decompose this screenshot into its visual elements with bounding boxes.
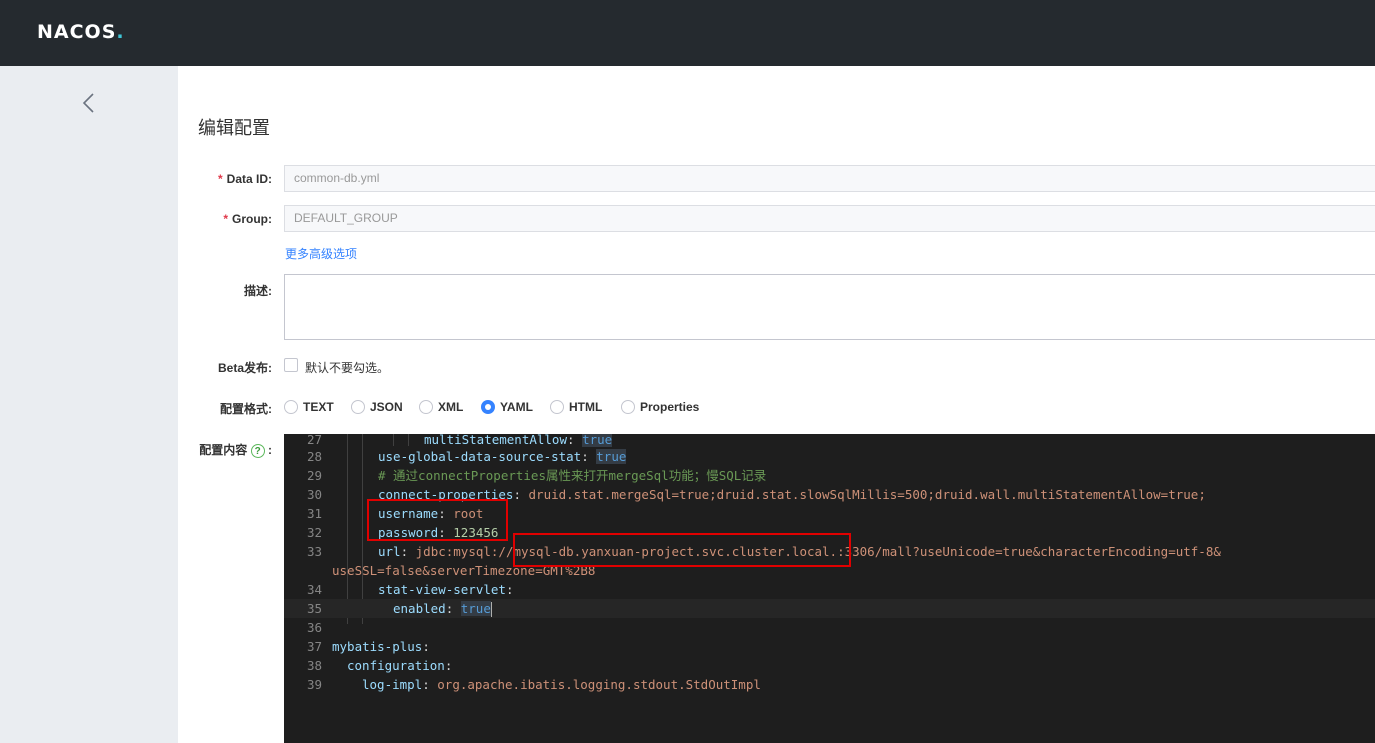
top-navbar: NACOS. [0,0,1375,66]
format-radio-yaml[interactable]: YAML [481,400,533,414]
format-radio-properties[interactable]: Properties [621,400,699,414]
highlight-host-box [513,533,851,567]
radio-circle [550,400,564,414]
format-radio-json[interactable]: JSON [351,400,403,414]
group-field[interactable]: DEFAULT_GROUP [284,205,1375,232]
highlight-credentials-box [367,499,508,541]
logo-dot: . [116,21,125,43]
logo-text: NACOS [37,21,117,43]
radio-circle [621,400,635,414]
data-id-label: * Data ID: [217,172,272,186]
format-label: 配置格式: [220,402,272,416]
description-label: 描述: [244,284,272,298]
code-editor[interactable]: 27 multiStatementAllow: true 28 use-global… [284,434,1375,743]
code-line-active: 35 enabled: true [284,599,1375,618]
content-label: 配置内容 ? : [199,443,272,458]
code-line: 39 log-impl: org.apache.ibatis.logging.st… [306,677,761,692]
format-radio-html[interactable]: HTML [550,400,602,414]
radio-circle [284,400,298,414]
code-line: 36 [306,620,322,635]
code-line: 34 stat-view-servlet: [306,582,514,597]
radio-circle [351,400,365,414]
description-textarea[interactable] [284,274,1375,340]
radio-circle-selected [481,400,495,414]
data-id-field[interactable]: common-db.yml [284,165,1375,192]
beta-checkbox[interactable] [284,358,298,372]
back-arrow-icon[interactable] [80,91,98,115]
group-label: * Group: [223,212,272,226]
code-line: 28 use-global-data-source-stat: true [306,449,627,464]
nacos-logo[interactable]: NACOS. [37,21,125,43]
code-line: 29 # 通过connectProperties属性来打开mergeSql功能；慢… [306,468,767,483]
beta-label: Beta发布: [217,361,272,375]
radio-circle [419,400,433,414]
code-line: 38 configuration: [306,658,453,673]
page-title: 编辑配置 [198,118,270,138]
beta-hint: 默认不要勾选。 [305,361,390,375]
help-icon[interactable]: ? [250,443,265,458]
format-radio-text[interactable]: TEXT [284,400,334,414]
code-line: 37 mybatis-plus: [306,639,430,654]
advanced-options-link[interactable]: 更多高级选项 [285,245,357,262]
format-radio-xml[interactable]: XML [419,400,463,414]
text-cursor [490,602,492,617]
